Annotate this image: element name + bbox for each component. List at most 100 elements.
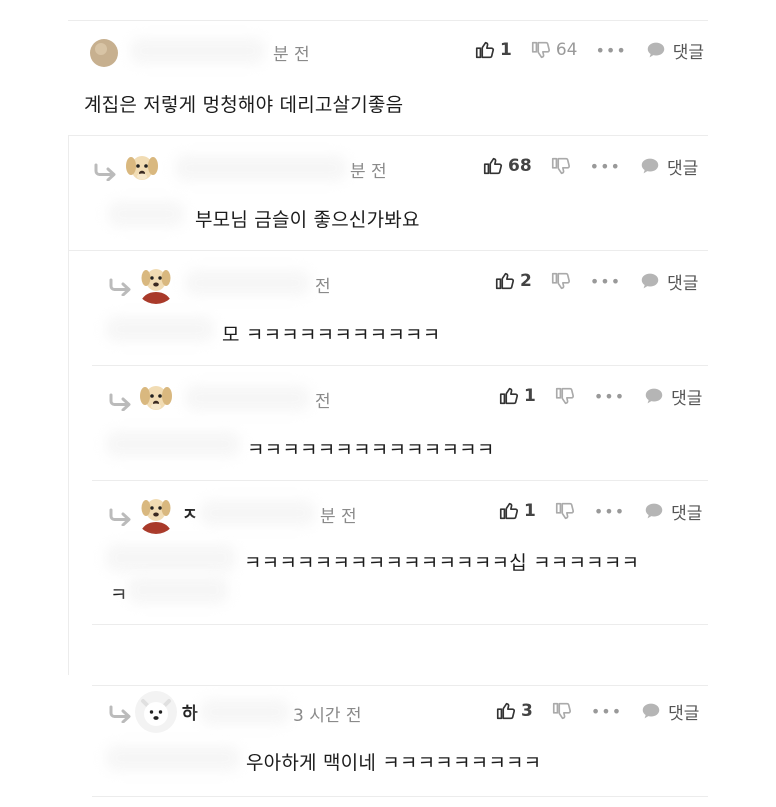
reply-label: 댓글 (672, 42, 705, 63)
reply-button[interactable]: 댓글 (640, 699, 699, 724)
dislike-button[interactable] (551, 700, 573, 722)
reply-arrow-icon (108, 393, 134, 411)
like-count: 1 (524, 386, 536, 406)
thumbs-down-icon (554, 385, 576, 407)
author-redaction (175, 155, 347, 181)
text-redaction (106, 544, 236, 572)
reply-button[interactable]: 댓글 (643, 499, 702, 524)
speech-bubble-icon (643, 385, 665, 407)
comment-time: 3 시간 전 (293, 706, 362, 726)
thumbs-up-icon (498, 500, 520, 522)
thumbs-down-icon (551, 700, 573, 722)
like-count: 3 (521, 701, 533, 721)
like-count: 1 (500, 40, 512, 60)
comment-actions: 1 64 ••• 댓글 (474, 36, 722, 64)
reply-label: 댓글 (671, 388, 703, 409)
avatar[interactable] (135, 691, 177, 733)
more-icon: ••• (590, 701, 623, 721)
comment-text: 우아하게 맥이네 ㅋㅋㅋㅋㅋㅋㅋㅋㅋ (246, 752, 542, 774)
author-name[interactable]: ㅈ (182, 500, 198, 525)
comment-actions: 68 ••• 댓글 (482, 152, 716, 180)
reply-label: 댓글 (666, 158, 699, 179)
avatar[interactable] (121, 147, 163, 189)
more-button[interactable]: ••• (590, 157, 621, 176)
reply-label: 댓글 (667, 273, 699, 294)
thumbs-down-icon (530, 39, 552, 61)
more-button[interactable]: ••• (594, 502, 625, 521)
speech-bubble-icon (643, 500, 665, 522)
speech-bubble-icon (639, 155, 661, 177)
dislike-button[interactable] (550, 270, 572, 292)
reply-comment: 하 3 시간 전 3 ••• 댓글 우아하게 맥이네 ㅋㅋㅋㅋㅋㅋㅋㅋㅋ (0, 685, 776, 796)
more-button[interactable]: ••• (594, 387, 625, 406)
separator (92, 624, 708, 625)
more-icon: ••• (593, 386, 626, 406)
reply-arrow-icon (108, 508, 134, 526)
reply-arrow-icon (108, 705, 134, 723)
like-button[interactable]: 68 (482, 155, 532, 177)
dislike-button[interactable] (554, 500, 576, 522)
like-button[interactable]: 2 (494, 270, 532, 292)
more-icon: ••• (595, 40, 627, 60)
avatar[interactable] (89, 38, 119, 68)
thumbs-down-icon (554, 500, 576, 522)
comment-time: 전 (315, 277, 331, 297)
avatar[interactable] (135, 492, 177, 534)
comment-text: 부모님 금슬이 좋으신가봐요 (195, 209, 420, 231)
author-name[interactable]: 하 (182, 699, 198, 724)
avatar[interactable] (135, 262, 177, 304)
thumbs-up-icon (474, 39, 496, 61)
more-icon: ••• (589, 156, 621, 176)
speech-bubble-icon (640, 700, 662, 722)
reply-comment: 분 전 68 ••• 댓글 부모님 금슬이 좋으신가봐요 (0, 135, 776, 250)
comment-thread: 분 전 1 64 ••• 댓글 계집은 저렇게 멍청해야 데리고살기좋음 분 전… (0, 0, 776, 807)
reply-arrow-icon (108, 278, 134, 296)
more-button[interactable]: ••• (591, 702, 622, 721)
more-icon: ••• (593, 501, 626, 521)
reply-button[interactable]: 댓글 (645, 38, 704, 63)
comment-text: ㅋㅋㅋㅋㅋㅋㅋㅋㅋㅋㅋㅋㅋㅋㅋ십 ㅋㅋㅋㅋㅋㅋ (244, 552, 640, 574)
comment-text-continued: ㅋ (110, 584, 128, 606)
author-redaction (200, 699, 290, 725)
reply-label: 댓글 (668, 703, 700, 724)
comment-actions: 1 ••• 댓글 (498, 382, 720, 410)
like-button[interactable]: 3 (495, 700, 533, 722)
like-button[interactable]: 1 (498, 385, 536, 407)
more-button[interactable]: ••• (595, 41, 626, 60)
like-count: 1 (524, 501, 536, 521)
reply-comment: 전 1 ••• 댓글 ㅋㅋㅋㅋㅋㅋㅋㅋㅋㅋㅋㅋㅋㅋ (0, 365, 776, 480)
comment-text: 계집은 저렇게 멍청해야 데리고살기좋음 (84, 94, 404, 116)
comment-actions: 2 ••• 댓글 (494, 267, 716, 295)
like-button[interactable]: 1 (498, 500, 536, 522)
text-redaction (106, 745, 240, 771)
reply-button[interactable]: 댓글 (643, 384, 702, 409)
dislike-button[interactable] (554, 385, 576, 407)
author-redaction (185, 385, 310, 411)
like-count: 2 (520, 271, 532, 291)
speech-bubble-icon (645, 39, 667, 61)
thumbs-up-icon (498, 385, 520, 407)
author-redaction (185, 270, 310, 296)
dislike-button[interactable] (550, 155, 572, 177)
speech-bubble-icon (639, 270, 661, 292)
more-button[interactable]: ••• (590, 272, 621, 291)
comment-time: 분 전 (350, 162, 387, 182)
comment-time: 전 (315, 392, 331, 412)
like-button[interactable]: 1 (474, 39, 512, 61)
dislike-count: 64 (555, 40, 578, 60)
comment-actions: 3 ••• 댓글 (495, 697, 717, 725)
comment-time: 분 전 (320, 507, 357, 527)
reply-arrow-icon (93, 163, 119, 181)
dislike-button[interactable]: 64 (530, 39, 578, 61)
reply-button[interactable]: 댓글 (639, 154, 698, 179)
avatar[interactable] (135, 377, 177, 419)
reply-button[interactable]: 댓글 (639, 269, 698, 294)
comment-time: 분 전 (273, 45, 310, 65)
comment: 분 전 1 64 ••• 댓글 계집은 저렇게 멍청해야 데리고살기좋음 (0, 0, 776, 135)
reply-comment: 전 2 ••• 댓글 모 ㅋㅋㅋㅋㅋㅋㅋㅋㅋㅋㅋ (0, 250, 776, 365)
thumbs-up-icon (494, 270, 516, 292)
thumbs-up-icon (495, 700, 517, 722)
thumbs-up-icon (482, 155, 504, 177)
comment-text: 모 ㅋㅋㅋㅋㅋㅋㅋㅋㅋㅋㅋ (222, 324, 441, 346)
reply-comment: ㅈ 분 전 1 ••• 댓글 ㅋㅋㅋㅋㅋㅋㅋㅋㅋㅋㅋㅋㅋㅋㅋ십 ㅋㅋㅋㅋㅋㅋ ㅋ (0, 480, 776, 624)
